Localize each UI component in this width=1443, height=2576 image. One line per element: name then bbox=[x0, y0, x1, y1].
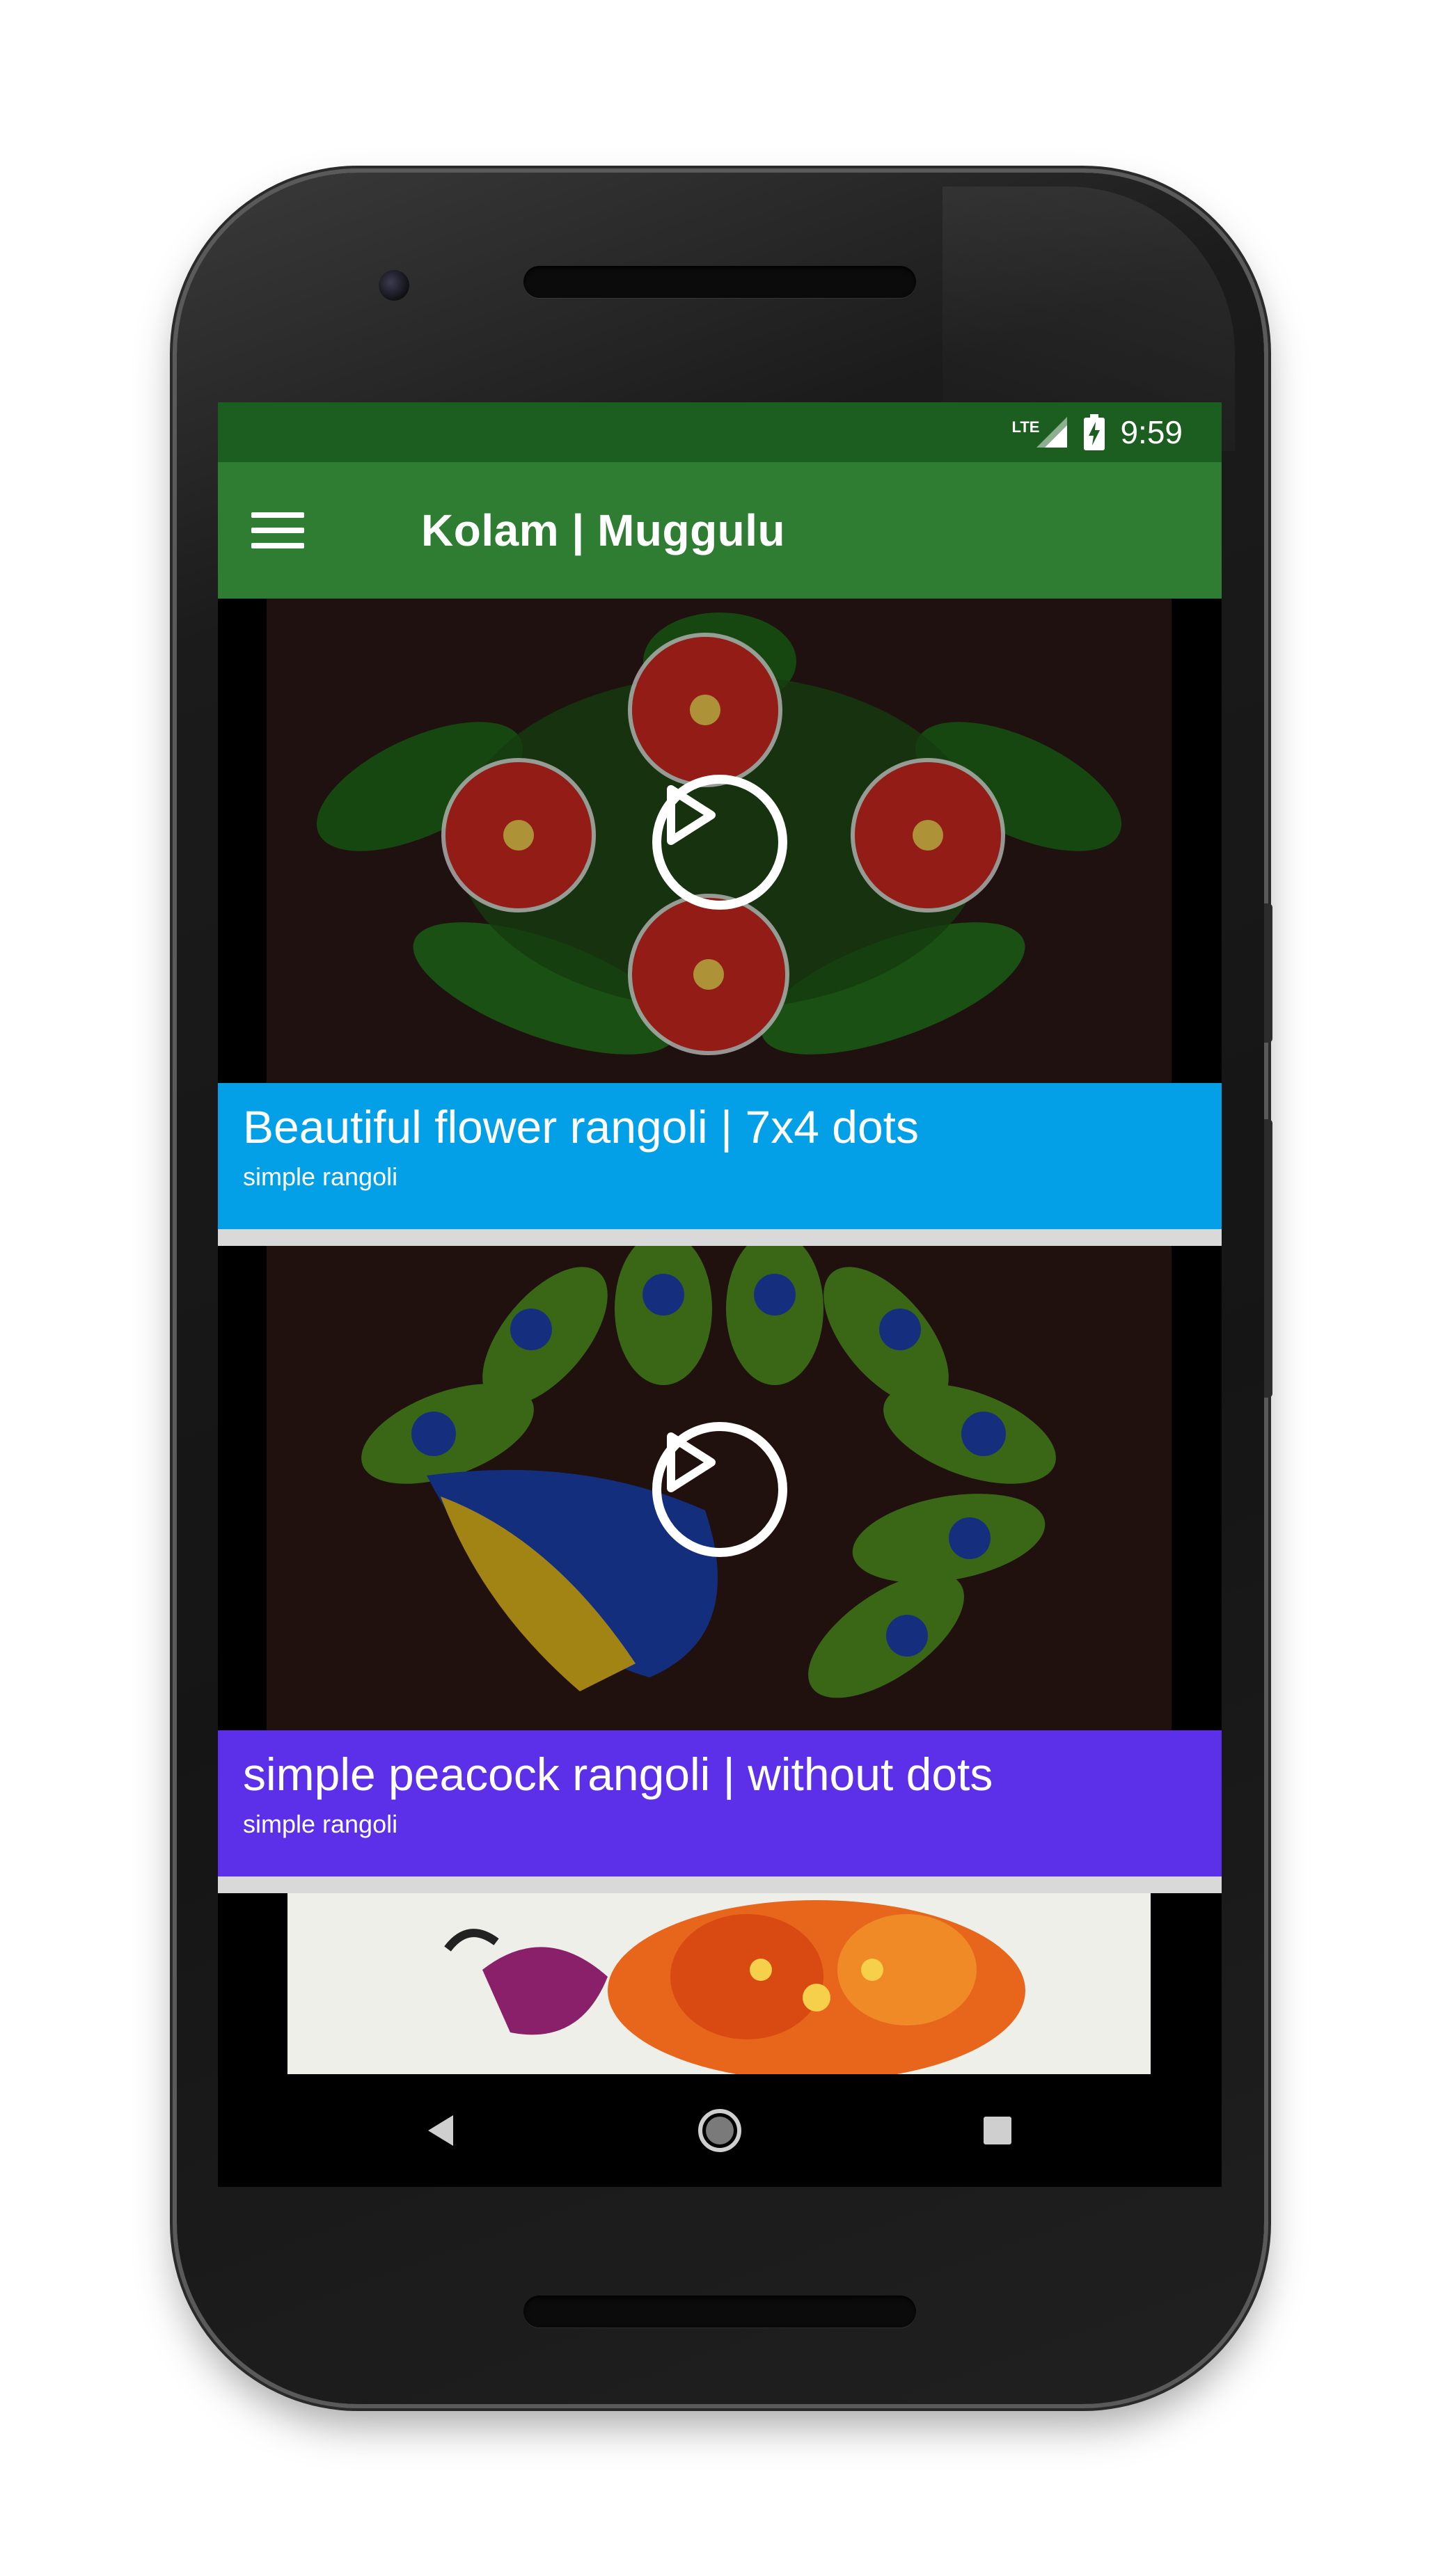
video-subtitle: simple rangoli bbox=[243, 1162, 398, 1191]
video-title: Beautiful flower rangoli | 7x4 dots bbox=[243, 1101, 920, 1153]
play-button-icon[interactable] bbox=[652, 775, 787, 910]
lte-signal-icon: LTE bbox=[1012, 416, 1069, 449]
video-card[interactable]: simple peacock rangoli | without dots si… bbox=[218, 1246, 1222, 1876]
power-button bbox=[1264, 903, 1272, 1043]
phone-screen: LTE 9:59 Kolam | Muggulu Beautiful flowe… bbox=[218, 402, 1222, 2187]
front-camera bbox=[379, 270, 409, 301]
status-clock: 9:59 bbox=[1120, 414, 1183, 450]
recents-icon[interactable] bbox=[970, 2103, 1025, 2158]
video-caption[interactable]: Beautiful flower rangoli | 7x4 dots simp… bbox=[218, 1083, 1222, 1229]
video-card[interactable]: Beautiful flower rangoli | 7x4 dots simp… bbox=[218, 599, 1222, 1229]
video-subtitle: simple rangoli bbox=[243, 1809, 398, 1838]
orange-peacock-rangoli-image bbox=[218, 1893, 1222, 2074]
video-title: simple peacock rangoli | without dots bbox=[243, 1748, 993, 1800]
top-speaker bbox=[523, 266, 916, 298]
volume-button bbox=[1264, 1119, 1272, 1398]
video-card[interactable] bbox=[218, 1893, 1222, 2074]
video-thumbnail[interactable] bbox=[218, 599, 1222, 1083]
app-bar: Kolam | Muggulu bbox=[218, 462, 1222, 599]
hamburger-menu-icon[interactable] bbox=[251, 482, 349, 579]
back-icon[interactable] bbox=[413, 2103, 468, 2158]
navigation-bar bbox=[218, 2074, 1222, 2187]
video-thumbnail[interactable] bbox=[218, 1246, 1222, 1730]
video-caption[interactable]: simple peacock rangoli | without dots si… bbox=[218, 1730, 1222, 1876]
bottom-speaker bbox=[523, 2296, 916, 2328]
battery-charging-icon bbox=[1084, 414, 1105, 450]
home-icon[interactable] bbox=[692, 2103, 748, 2158]
play-button-icon[interactable] bbox=[652, 1422, 787, 1557]
status-bar: LTE 9:59 bbox=[218, 402, 1222, 462]
video-feed[interactable]: Beautiful flower rangoli | 7x4 dots simp… bbox=[218, 599, 1222, 2074]
video-thumbnail[interactable] bbox=[218, 1893, 1222, 2074]
app-title: Kolam | Muggulu bbox=[421, 505, 786, 555]
